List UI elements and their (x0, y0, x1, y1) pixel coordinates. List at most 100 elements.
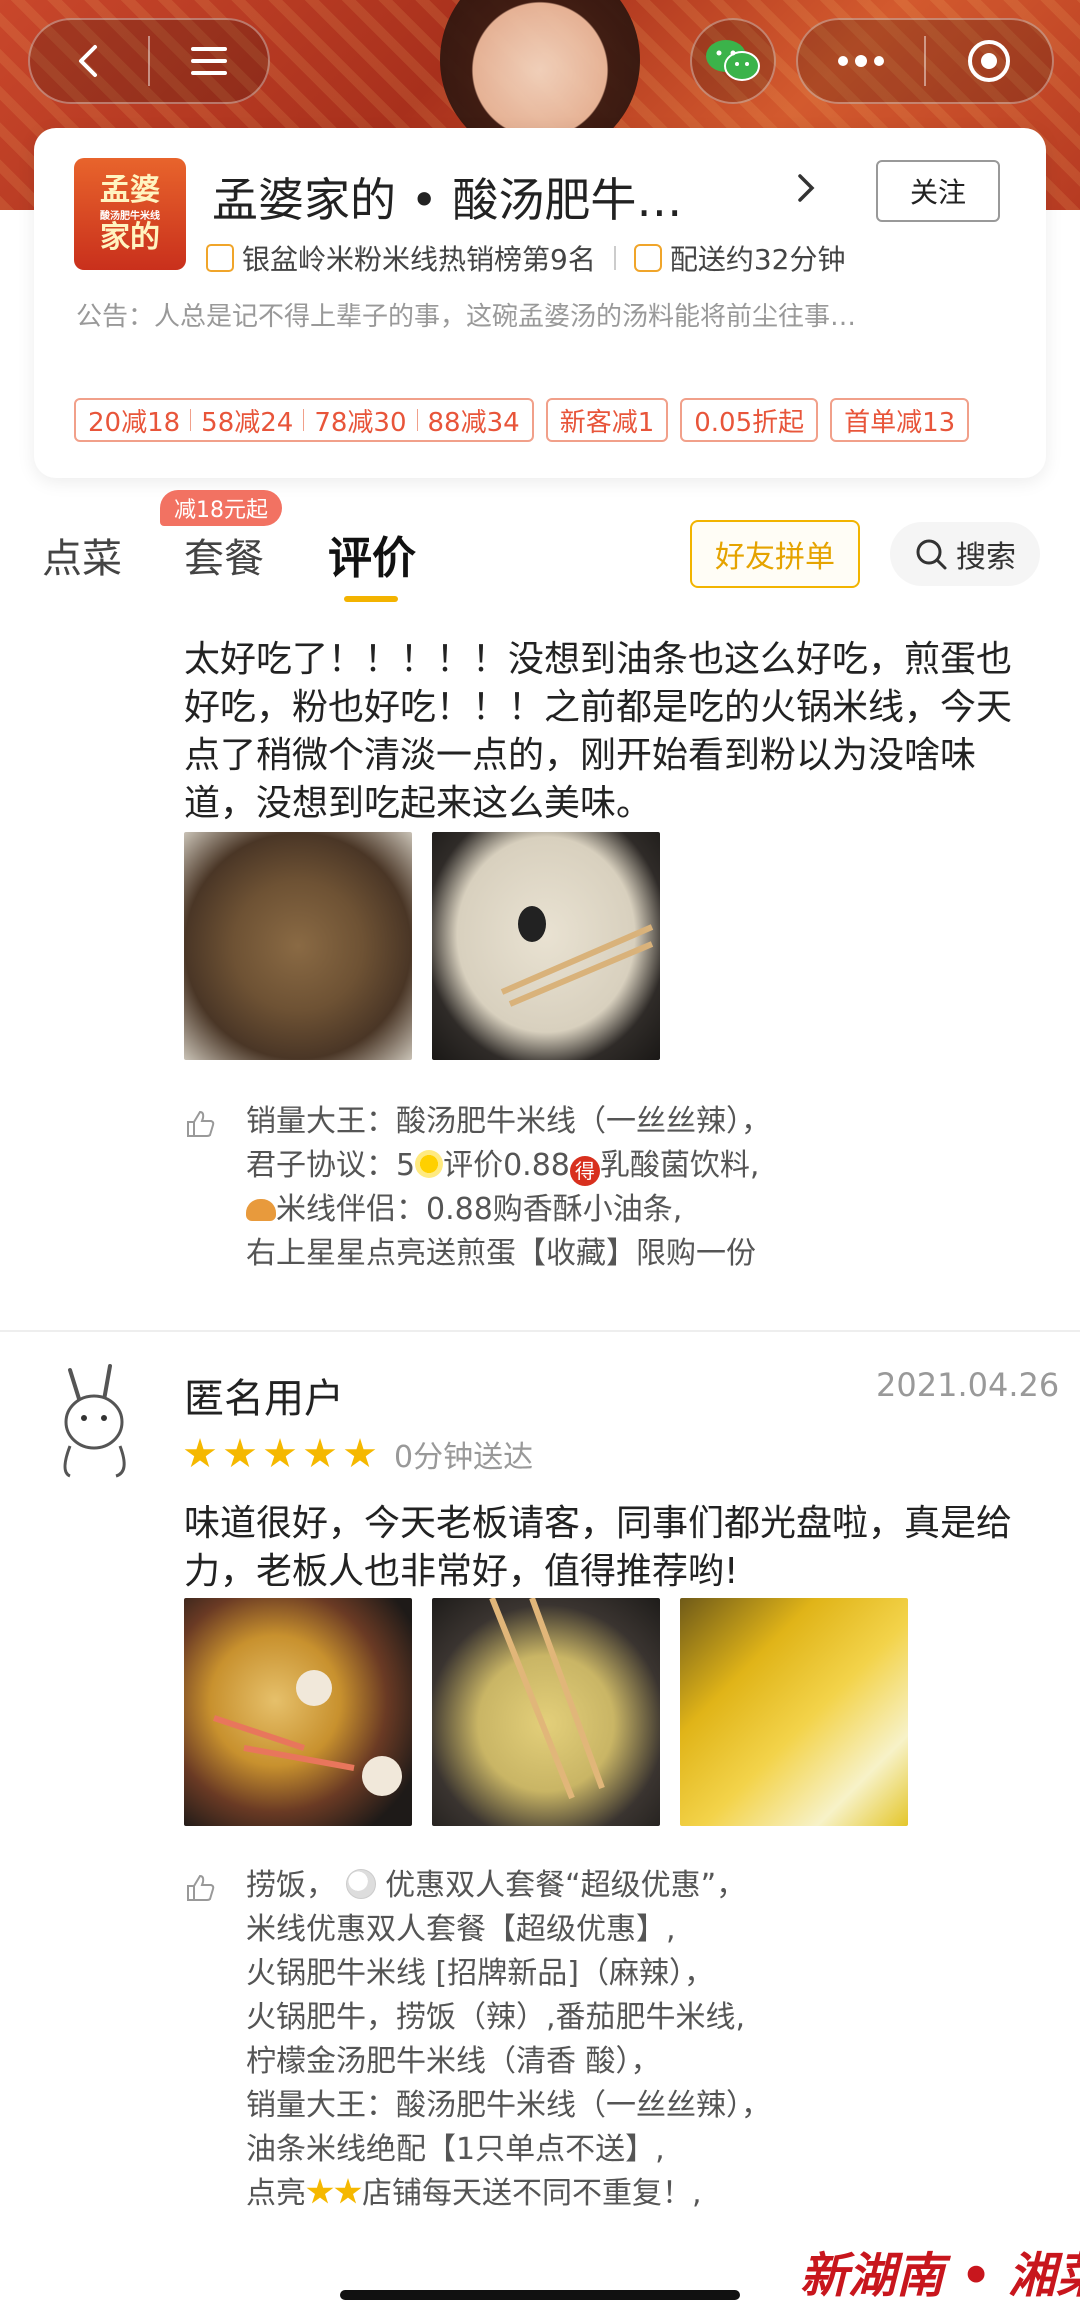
promo-item: 58减24 (201, 407, 294, 438)
wechat-share-button[interactable] (690, 18, 776, 104)
tab-dishes[interactable]: 点菜 (42, 526, 122, 584)
star-emoji-icon (306, 2178, 334, 2204)
promo-item: 78减30 (314, 407, 407, 438)
search-button[interactable]: 搜索 (890, 522, 1040, 586)
clock-icon (633, 244, 662, 272)
review-photo[interactable] (184, 1598, 412, 1826)
star-icon (304, 1438, 336, 1468)
home-indicator[interactable] (340, 2290, 740, 2300)
store-rank[interactable]: 银盆岭米粉米线热销榜第9名 (242, 238, 596, 278)
ordered-item[interactable]: 米线伴侣：0.88购香酥小油条, (246, 1188, 682, 1232)
ordered-item[interactable]: 火锅肥牛米线 [招牌新品]（麻辣）， (246, 1952, 714, 1996)
more-button[interactable] (798, 18, 924, 104)
hamburger-icon (190, 47, 227, 75)
star-emoji-icon (334, 2178, 362, 2204)
delivery-time: 配送约32分钟 (669, 243, 846, 276)
promo-divider (416, 409, 418, 431)
more-dots-icon (838, 55, 884, 67)
ordered-item[interactable]: 火锅肥牛，捞饭（辣）,番茄肥牛米线, (246, 1996, 745, 2040)
ordered-item[interactable]: 点亮 店铺每天送不同不重复！, (246, 2172, 702, 2216)
meta-separator (613, 246, 616, 270)
ordered-item-part: 评价0.88 (443, 1148, 570, 1183)
user-avatar[interactable] (50, 1362, 142, 1480)
sun-icon (415, 1150, 444, 1178)
review-photo[interactable] (680, 1598, 908, 1826)
chopsticks-decor (489, 1598, 605, 1800)
review-photo[interactable] (432, 1598, 660, 1826)
ordered-item[interactable]: 捞饭， 优惠双人套餐“超级优惠”， (246, 1864, 746, 1908)
store-notice[interactable]: 公告：人总是记不得上辈子的事，这碗孟婆汤的汤料能将前尘往事… (76, 296, 856, 333)
ordered-item[interactable]: 油条米线绝配【1只单点不送】, (246, 2128, 665, 2172)
review-divider (0, 1330, 1080, 1332)
ordered-item-part: 点亮 (246, 2176, 306, 2211)
review-photo[interactable] (432, 832, 660, 1060)
store-meta: 银盆岭米粉米线热销榜第9名 配送约32分钟 (206, 238, 845, 278)
chevron-left-icon (79, 45, 97, 77)
promo-full-reduction[interactable]: 20减18 58减24 78减30 88减34 (74, 398, 534, 442)
tab-sets[interactable]: 套餐 (184, 526, 264, 584)
rank-badge-icon (206, 244, 234, 272)
review-ordered-items: 捞饭， 优惠双人套餐“超级优惠”， 米线优惠双人套餐【超级优惠】, 火锅肥牛米线… (184, 1868, 1044, 2242)
ordered-item-part: 优惠双人套餐“超级优惠”， (385, 1868, 747, 1903)
promo-divider (303, 409, 305, 431)
star-icon (184, 1438, 216, 1468)
set-discount-badge: 减18元起 (160, 490, 282, 526)
chevron-right-icon[interactable] (794, 170, 818, 215)
reviewer-name: 匿名用户 (184, 1376, 344, 1422)
review-ordered-items: 销量大王：酸汤肥牛米线（一丝丝辣）， 君子协议：5 评价0.88 得乳酸菌饮料, 米… (184, 1104, 1044, 1288)
wechat-icon (706, 40, 760, 81)
review-photo[interactable] (184, 832, 412, 1060)
ordered-item[interactable]: 柠檬金汤肥牛米线（清香 酸）， (246, 2040, 661, 2084)
ordered-item-part: 米线伴侣：0.88购香酥小油条, (276, 1192, 683, 1227)
promo-item: 20减18 (88, 407, 181, 438)
ordered-item-part: 君子协议：5 (246, 1148, 416, 1183)
ordered-item[interactable]: 销量大王：酸汤肥牛米线（一丝丝辣）， (246, 1100, 771, 1144)
ordered-item[interactable]: 右上星星点亮送煎蛋【收藏】限购一份 (246, 1232, 756, 1276)
kangaroo-avatar-icon (63, 1364, 126, 1478)
review-date: 2021.04.26 (876, 1366, 1060, 1404)
de-badge-icon: 得 (569, 1156, 600, 1186)
review-text: 味道很好，今天老板请客，同事们都光盘啦，真是给力，老板人也非常好，值得推荐哟! (184, 1503, 1013, 1592)
friends-group-order-button[interactable]: 好友拼单 (690, 520, 860, 588)
promo-new-customer[interactable]: 新客减1 (545, 398, 669, 442)
search-icon (916, 539, 947, 570)
food-decor (213, 1670, 402, 1796)
tab-reviews[interactable]: 评价 (328, 522, 416, 586)
promo-discount[interactable]: 0.05折起 (680, 398, 819, 442)
menu-button[interactable] (150, 18, 268, 104)
promo-item: 88减34 (427, 407, 520, 438)
chopsticks-decor (500, 906, 654, 1007)
store-info-card: 孟婆 酸汤肥牛米线 家的 孟婆家的 • 酸汤肥牛… 关注 银盆岭米粉米线热销榜第… (34, 128, 1046, 478)
promo-row[interactable]: 20减18 58减24 78减30 88减34 新客减1 0.05折起 首单减1… (74, 398, 1046, 442)
store-name[interactable]: 孟婆家的 • 酸汤肥牛… (212, 164, 682, 230)
rating-stars: 0分钟送达 (184, 1432, 533, 1476)
ordered-item-part: 捞饭， (246, 1868, 336, 1903)
logo-text-bottom: 家的 (100, 219, 160, 255)
ordered-item[interactable]: 米线优惠双人套餐【超级优惠】, (246, 1908, 676, 1952)
rice-ball-icon (345, 1869, 376, 1899)
logo-text-top: 孟婆 (100, 172, 160, 208)
ordered-item[interactable]: 君子协议：5 评价0.88 得乳酸菌饮料, (246, 1144, 759, 1188)
nav-right-group (796, 18, 1054, 104)
ordered-item-part: 乳酸菌饮料, (599, 1148, 760, 1183)
promo-first-order[interactable]: 首单减13 (830, 398, 970, 442)
ordered-item-part: 店铺每天送不同不重复！, (362, 2176, 702, 2211)
delivery-duration: 0分钟送达 (394, 1440, 534, 1475)
thumbs-up-icon (187, 1110, 215, 1137)
active-tab-indicator (344, 596, 398, 602)
star-icon (224, 1438, 256, 1468)
news-watermark: 新湖南 • 湘菜 (800, 2248, 1080, 2304)
close-miniapp-button[interactable] (926, 18, 1052, 104)
target-close-icon (967, 40, 1010, 82)
follow-button[interactable]: 关注 (876, 160, 1000, 222)
nav-left-group (28, 18, 270, 104)
promo-divider (190, 409, 192, 431)
store-logo[interactable]: 孟婆 酸汤肥牛米线 家的 (74, 158, 186, 270)
star-icon (264, 1438, 296, 1468)
ordered-item[interactable]: 销量大王：酸汤肥牛米线（一丝丝辣）， (246, 2084, 771, 2128)
croissant-icon (246, 1199, 276, 1221)
review-text: 太好吃了！！！！！没想到油条也这么好吃，煎蛋也好吃，粉也好吃！！！之前都是吃的火… (184, 639, 1013, 824)
tab-bar: 减18元起 点菜 套餐 评价 好友拼单 搜索 (0, 490, 1080, 620)
back-button[interactable] (30, 18, 148, 104)
thumbs-up-icon (187, 1874, 215, 1901)
